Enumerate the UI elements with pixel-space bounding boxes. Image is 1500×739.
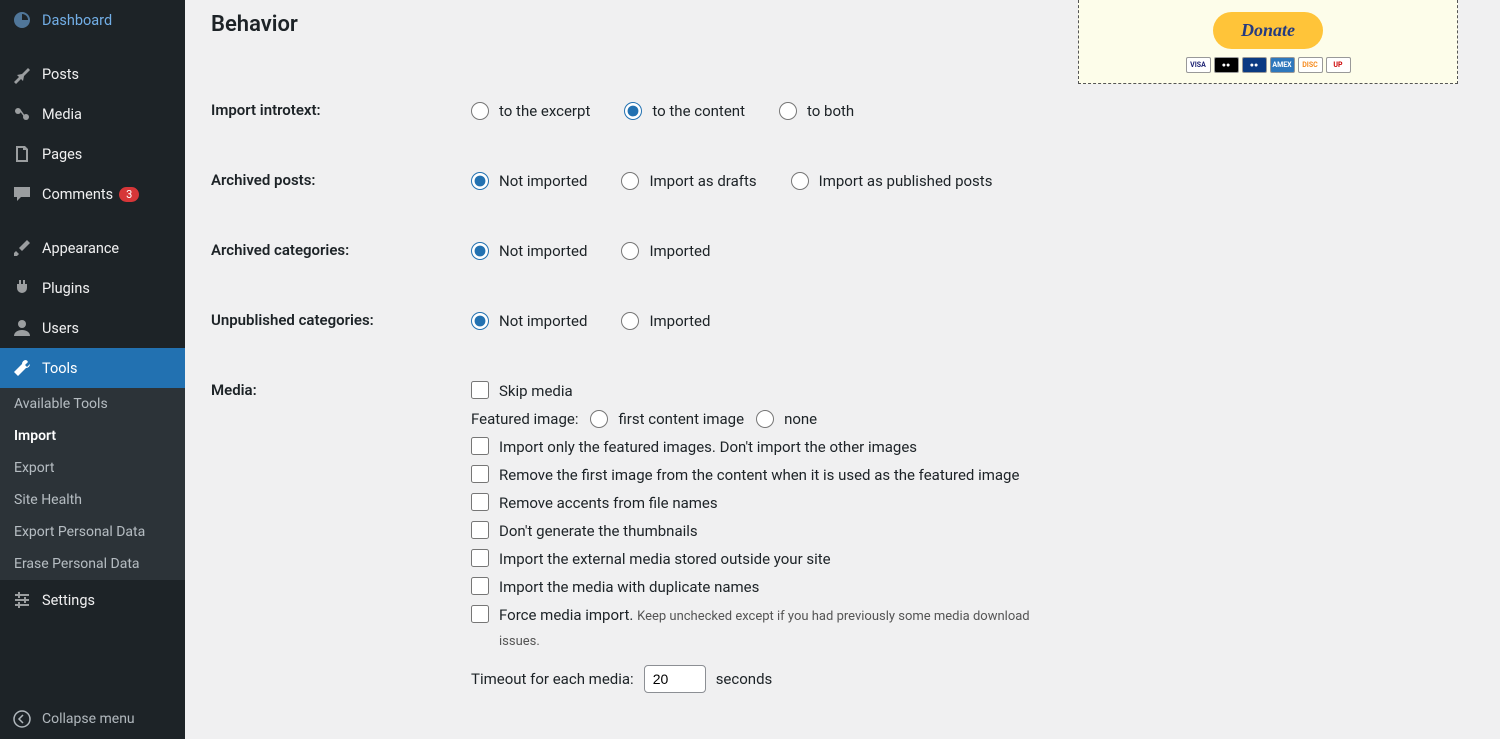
menu-label: Settings bbox=[42, 592, 95, 609]
radio-archcat-imported[interactable]: Imported bbox=[621, 239, 710, 263]
radio-introtext-both[interactable]: to both bbox=[779, 99, 854, 123]
submenu-site-health[interactable]: Site Health bbox=[0, 484, 185, 516]
menu-label: Tools bbox=[42, 360, 78, 377]
menu-appearance[interactable]: Appearance bbox=[0, 228, 185, 268]
check-no-thumbs[interactable]: Don't generate the thumbnails bbox=[471, 519, 1071, 543]
label-archived-categories: Archived categories: bbox=[211, 239, 471, 259]
radio-unpubcat-imported[interactable]: Imported bbox=[621, 309, 710, 333]
card-mc: ●● bbox=[1214, 57, 1239, 73]
menu-label: Dashboard bbox=[42, 12, 112, 29]
media-icon bbox=[12, 104, 32, 124]
label-archived-posts: Archived posts: bbox=[211, 169, 471, 189]
timeout-row: Timeout for each media: seconds bbox=[471, 665, 1071, 693]
radio-unpubcat-not[interactable]: Not imported bbox=[471, 309, 587, 333]
radio-introtext-excerpt[interactable]: to the excerpt bbox=[471, 99, 590, 123]
menu-media[interactable]: Media bbox=[0, 94, 185, 134]
submenu-export[interactable]: Export bbox=[0, 452, 185, 484]
row-media: Media: Skip media Featured image: first … bbox=[211, 379, 1474, 693]
check-skip-media[interactable]: Skip media bbox=[471, 379, 1071, 403]
collapse-menu[interactable]: Collapse menu bbox=[0, 699, 185, 739]
menu-label: Appearance bbox=[42, 240, 119, 257]
menu-pages[interactable]: Pages bbox=[0, 134, 185, 174]
submenu-export-personal[interactable]: Export Personal Data bbox=[0, 516, 185, 548]
label-unpublished-categories: Unpublished categories: bbox=[211, 309, 471, 329]
submenu-import[interactable]: Import bbox=[0, 420, 185, 452]
label-media: Media: bbox=[211, 379, 471, 399]
comments-badge: 3 bbox=[119, 187, 139, 202]
user-icon bbox=[12, 318, 32, 338]
tools-submenu: Available Tools Import Export Site Healt… bbox=[0, 388, 185, 580]
radio-archposts-drafts[interactable]: Import as drafts bbox=[621, 169, 756, 193]
radio-introtext-content[interactable]: to the content bbox=[624, 99, 745, 123]
menu-label: Media bbox=[42, 106, 82, 123]
check-only-featured[interactable]: Import only the featured images. Don't i… bbox=[471, 435, 1071, 459]
radio-archposts-published[interactable]: Import as published posts bbox=[791, 169, 993, 193]
submenu-erase-personal[interactable]: Erase Personal Data bbox=[0, 548, 185, 580]
menu-label: Comments bbox=[42, 186, 113, 203]
label-seconds: seconds bbox=[716, 667, 773, 691]
radio-featured-first[interactable]: first content image bbox=[590, 407, 744, 431]
check-remove-first[interactable]: Remove the first image from the content … bbox=[471, 463, 1071, 487]
radio-archposts-not[interactable]: Not imported bbox=[471, 169, 587, 193]
card-amex: AMEX bbox=[1270, 57, 1295, 73]
row-archived-categories: Archived categories: Not imported Import… bbox=[211, 239, 1474, 263]
menu-users[interactable]: Users bbox=[0, 308, 185, 348]
radio-featured-none[interactable]: none bbox=[756, 407, 817, 431]
check-external[interactable]: Import the external media stored outside… bbox=[471, 547, 1071, 571]
submenu-available-tools[interactable]: Available Tools bbox=[0, 388, 185, 420]
check-duplicate[interactable]: Import the media with duplicate names bbox=[471, 575, 1071, 599]
donate-button[interactable]: Donate bbox=[1213, 12, 1323, 49]
card-disc: DISC bbox=[1298, 57, 1323, 73]
label-import-introtext: Import introtext: bbox=[211, 99, 471, 119]
menu-plugins[interactable]: Plugins bbox=[0, 268, 185, 308]
menu-label: Plugins bbox=[42, 280, 90, 297]
menu-tools[interactable]: Tools bbox=[0, 348, 185, 388]
row-unpublished-categories: Unpublished categories: Not imported Imp… bbox=[211, 309, 1474, 333]
collapse-label: Collapse menu bbox=[42, 711, 135, 727]
menu-label: Users bbox=[42, 320, 79, 337]
check-remove-accents[interactable]: Remove accents from file names bbox=[471, 491, 1071, 515]
comment-icon bbox=[12, 184, 32, 204]
brush-icon bbox=[12, 238, 32, 258]
card-mc2: ●● bbox=[1242, 57, 1267, 73]
input-timeout[interactable] bbox=[644, 665, 706, 693]
card-upay: UP bbox=[1326, 57, 1351, 73]
menu-label: Pages bbox=[42, 146, 82, 163]
row-archived-posts: Archived posts: Not imported Import as d… bbox=[211, 169, 1474, 193]
menu-label: Posts bbox=[42, 66, 79, 83]
collapse-icon bbox=[12, 709, 32, 729]
label-featured: Featured image: bbox=[471, 407, 578, 431]
payment-cards: VISA ●● ●● AMEX DISC UP bbox=[1079, 57, 1457, 73]
row-import-introtext: Import introtext: to the excerpt to the … bbox=[211, 99, 1474, 123]
radio-archcat-not[interactable]: Not imported bbox=[471, 239, 587, 263]
card-visa: VISA bbox=[1186, 57, 1211, 73]
page-icon bbox=[12, 144, 32, 164]
label-timeout: Timeout for each media: bbox=[471, 667, 634, 691]
menu-comments[interactable]: Comments 3 bbox=[0, 174, 185, 214]
wrench-icon bbox=[12, 358, 32, 378]
dashboard-icon bbox=[12, 10, 32, 30]
donate-box: Donate VISA ●● ●● AMEX DISC UP bbox=[1078, 0, 1458, 84]
featured-image-group: Featured image: first content image none bbox=[471, 407, 1071, 431]
plugin-icon bbox=[12, 278, 32, 298]
check-force[interactable]: Force media import. Keep unchecked excep… bbox=[471, 603, 1071, 653]
menu-dashboard[interactable]: Dashboard bbox=[0, 0, 185, 40]
menu-posts[interactable]: Posts bbox=[0, 54, 185, 94]
settings-icon bbox=[12, 590, 32, 610]
pin-icon bbox=[12, 64, 32, 84]
admin-sidebar: Dashboard Posts Media Pages Comments 3 A… bbox=[0, 0, 185, 739]
main-content: Donate VISA ●● ●● AMEX DISC UP Behavior … bbox=[185, 0, 1500, 739]
menu-settings[interactable]: Settings bbox=[0, 580, 185, 620]
